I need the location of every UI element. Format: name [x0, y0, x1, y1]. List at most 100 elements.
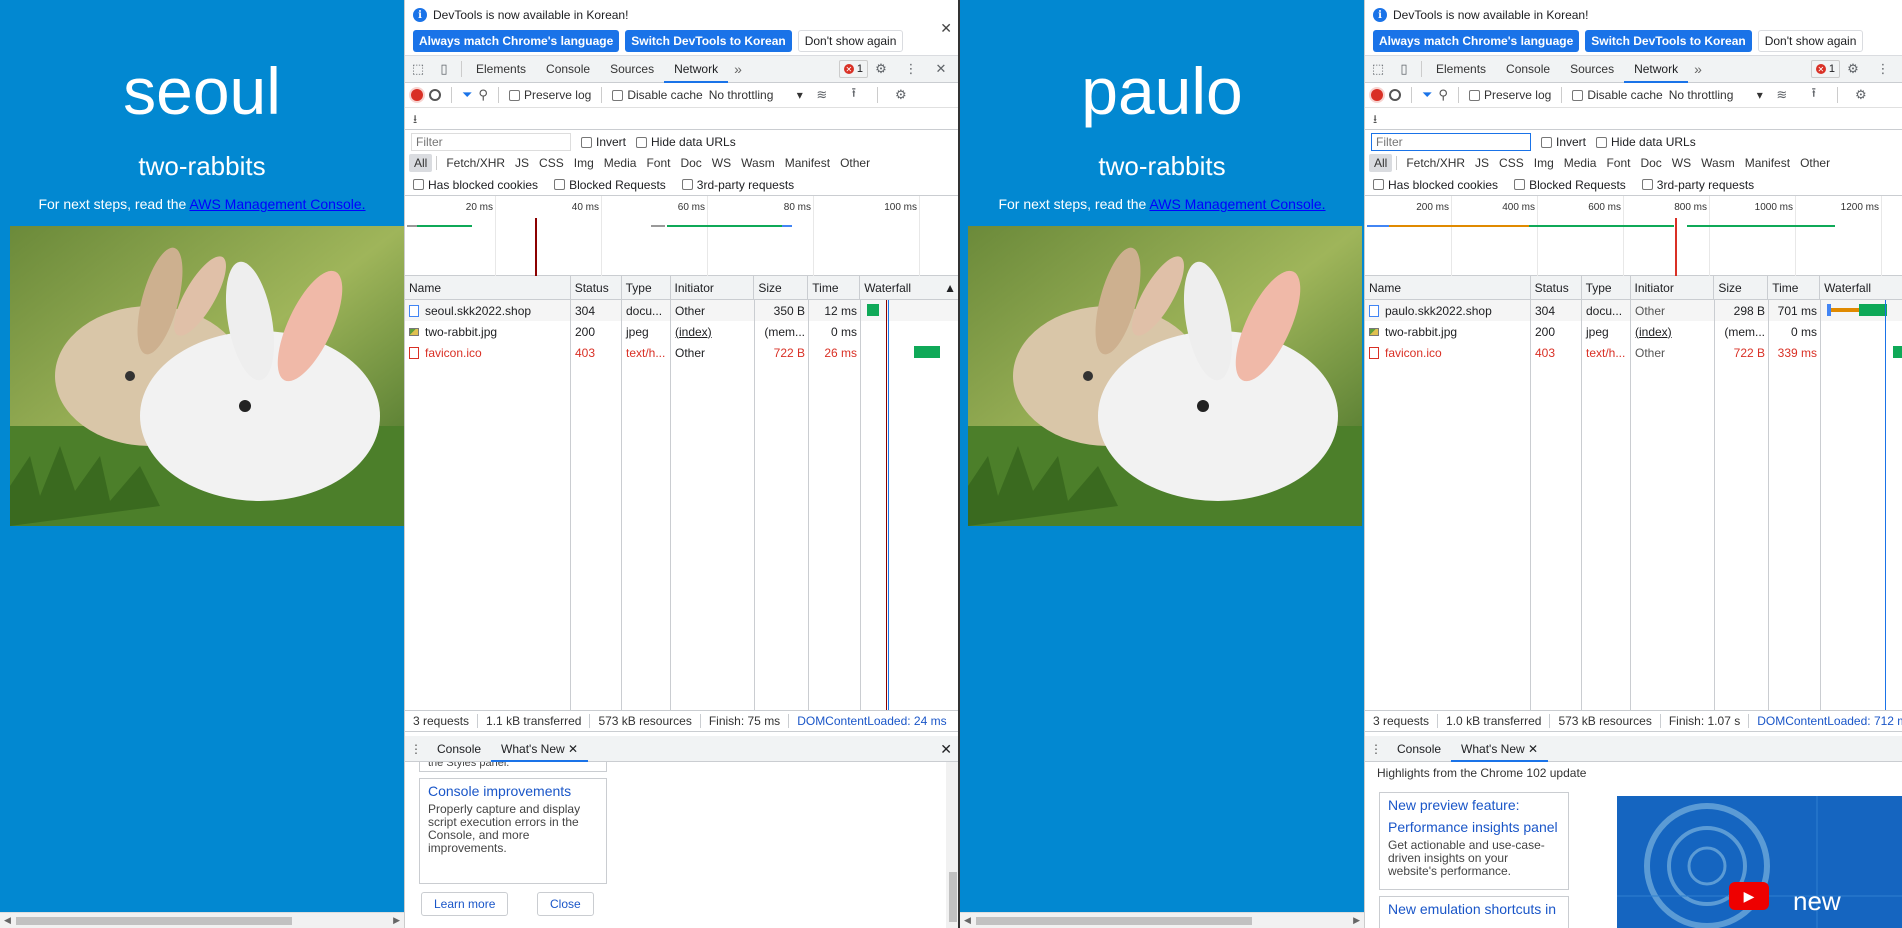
filter-input[interactable]	[411, 133, 571, 151]
whats-new-video[interactable]: ▶ new	[1617, 796, 1902, 928]
inspect-icon[interactable]: ⬚	[1365, 61, 1391, 77]
feature-card[interactable]: New emulation shortcuts in	[1379, 896, 1569, 928]
type-ws[interactable]: WS	[707, 154, 736, 172]
checkbox-box[interactable]	[636, 136, 648, 148]
disable-cache-checkbox[interactable]: Disable cache	[1572, 88, 1663, 102]
invert-checkbox[interactable]: Invert	[1541, 135, 1586, 149]
switch-korean-button[interactable]: Switch DevTools to Korean	[1585, 30, 1752, 52]
col-initiator[interactable]: Initiator	[1631, 276, 1715, 299]
type-other[interactable]: Other	[835, 154, 875, 172]
close-drawer-icon[interactable]: ✕	[940, 741, 952, 758]
cell-initiator-link[interactable]: (index)	[1631, 321, 1715, 342]
type-img[interactable]: Img	[569, 154, 599, 172]
checkbox-box[interactable]	[1572, 89, 1584, 101]
close-devtools-icon[interactable]: ✕	[928, 61, 954, 77]
blocked-requests-checkbox[interactable]: Blocked Requests	[1514, 178, 1626, 192]
hide-data-urls-checkbox[interactable]: Hide data URLs	[636, 135, 736, 149]
col-time[interactable]: Time	[1768, 276, 1821, 299]
type-all[interactable]: All	[1369, 154, 1393, 172]
invert-checkbox[interactable]: Invert	[581, 135, 626, 149]
checkbox-box[interactable]	[581, 136, 592, 148]
disable-cache-checkbox[interactable]: Disable cache	[612, 88, 703, 102]
col-name[interactable]: Name	[405, 276, 571, 299]
card-title-line2[interactable]: Performance insights panel	[1388, 819, 1560, 835]
match-language-button[interactable]: Always match Chrome's language	[1373, 30, 1580, 52]
drawer-menu-icon[interactable]: ⋮	[405, 742, 427, 756]
upload-icon[interactable]: ⭱	[1801, 84, 1827, 106]
wifi-settings-icon[interactable]: ≋	[809, 87, 835, 103]
preserve-log-checkbox[interactable]: Preserve log	[1468, 88, 1551, 102]
page-horizontal-scrollbar[interactable]: ◀ ▶	[0, 912, 404, 928]
col-time[interactable]: Time	[808, 276, 861, 299]
device-toolbar-icon[interactable]: ▯	[1391, 61, 1417, 77]
type-doc[interactable]: Doc	[675, 154, 706, 172]
feature-card[interactable]: New preview feature: Performance insight…	[1379, 792, 1569, 890]
checkbox-box[interactable]	[1641, 179, 1653, 190]
more-tabs-icon[interactable]: »	[728, 61, 748, 77]
checkbox-box[interactable]	[1541, 136, 1552, 148]
checkbox-box[interactable]	[554, 179, 566, 190]
kebab-menu-icon[interactable]: ⋮	[1870, 61, 1896, 77]
tab-elements[interactable]: Elements	[1426, 56, 1496, 83]
network-overview[interactable]: 20 ms 40 ms 60 ms 80 ms 100 ms	[405, 196, 960, 276]
type-manifest[interactable]: Manifest	[1740, 154, 1795, 172]
type-media[interactable]: Media	[599, 154, 642, 172]
checkbox-box[interactable]	[1514, 179, 1526, 190]
tab-sources[interactable]: Sources	[600, 56, 664, 83]
card-title[interactable]: Console improvements	[428, 783, 598, 799]
drawer-menu-icon[interactable]: ⋮	[1365, 742, 1387, 756]
download-icon[interactable]: ⭳	[1373, 112, 1377, 126]
aws-console-link[interactable]: AWS Management Console.	[1149, 196, 1325, 212]
type-js[interactable]: JS	[510, 154, 534, 172]
type-doc[interactable]: Doc	[1635, 154, 1666, 172]
scroll-left-icon[interactable]: ◀	[964, 915, 971, 926]
record-icon[interactable]	[1371, 89, 1383, 101]
scroll-thumb[interactable]	[949, 872, 957, 922]
dont-show-again-button[interactable]: Don't show again	[797, 30, 904, 52]
scroll-left-icon[interactable]: ◀	[4, 915, 11, 926]
type-js[interactable]: JS	[1470, 154, 1494, 172]
checkbox-box[interactable]	[1468, 89, 1480, 101]
network-settings-icon[interactable]: ⚙	[888, 87, 914, 103]
drawer-tab-console[interactable]: Console	[427, 736, 491, 762]
col-status[interactable]: Status	[571, 276, 622, 299]
filter-icon[interactable]: ⏷	[1422, 87, 1432, 103]
type-img[interactable]: Img	[1529, 154, 1559, 172]
checkbox-box[interactable]	[1596, 136, 1608, 148]
third-party-checkbox[interactable]: 3rd-party requests	[1641, 178, 1754, 192]
download-icon[interactable]: ⭳	[413, 112, 417, 126]
record-icon[interactable]	[411, 89, 423, 101]
error-count-badge[interactable]: ✕ 1	[1810, 60, 1840, 78]
filter-input[interactable]	[1371, 133, 1531, 151]
scroll-thumb[interactable]	[976, 917, 1252, 925]
device-toolbar-icon[interactable]: ▯	[431, 61, 457, 77]
search-icon[interactable]: ⚲	[478, 87, 488, 103]
kebab-menu-icon[interactable]: ⋮	[898, 61, 924, 77]
close-icon[interactable]: ✕	[940, 20, 952, 37]
close-tab-icon[interactable]: ✕	[1528, 742, 1538, 756]
table-row[interactable]: two-rabbit.jpg 200 jpeg (index) (mem... …	[1365, 321, 1902, 342]
col-size[interactable]: Size	[1714, 276, 1769, 299]
col-initiator[interactable]: Initiator	[671, 276, 755, 299]
filter-icon[interactable]: ⏷	[462, 87, 472, 103]
gear-icon[interactable]: ⚙	[868, 61, 894, 77]
clear-icon[interactable]	[429, 89, 441, 101]
feature-card[interactable]: Console improvements Properly capture an…	[419, 778, 607, 884]
aws-console-link[interactable]: AWS Management Console.	[189, 196, 365, 212]
learn-more-button[interactable]: Learn more	[421, 892, 509, 916]
network-settings-icon[interactable]: ⚙	[1848, 87, 1874, 103]
hide-data-urls-checkbox[interactable]: Hide data URLs	[1596, 135, 1696, 149]
upload-icon[interactable]: ⭱	[841, 84, 867, 106]
tab-network[interactable]: Network	[664, 56, 729, 83]
throttling-select[interactable]: No throttling ▾	[1669, 88, 1763, 102]
checkbox-box[interactable]	[612, 89, 624, 101]
inspect-icon[interactable]: ⬚	[405, 61, 431, 77]
preserve-log-checkbox[interactable]: Preserve log	[508, 88, 591, 102]
type-css[interactable]: CSS	[534, 154, 569, 172]
blocked-requests-checkbox[interactable]: Blocked Requests	[554, 178, 666, 192]
type-manifest[interactable]: Manifest	[780, 154, 835, 172]
close-button[interactable]: Close	[537, 892, 594, 916]
drawer-tab-console[interactable]: Console	[1387, 736, 1451, 762]
table-row[interactable]: two-rabbit.jpg 200 jpeg (index) (mem... …	[405, 321, 960, 342]
wifi-settings-icon[interactable]: ≋	[1769, 87, 1795, 103]
